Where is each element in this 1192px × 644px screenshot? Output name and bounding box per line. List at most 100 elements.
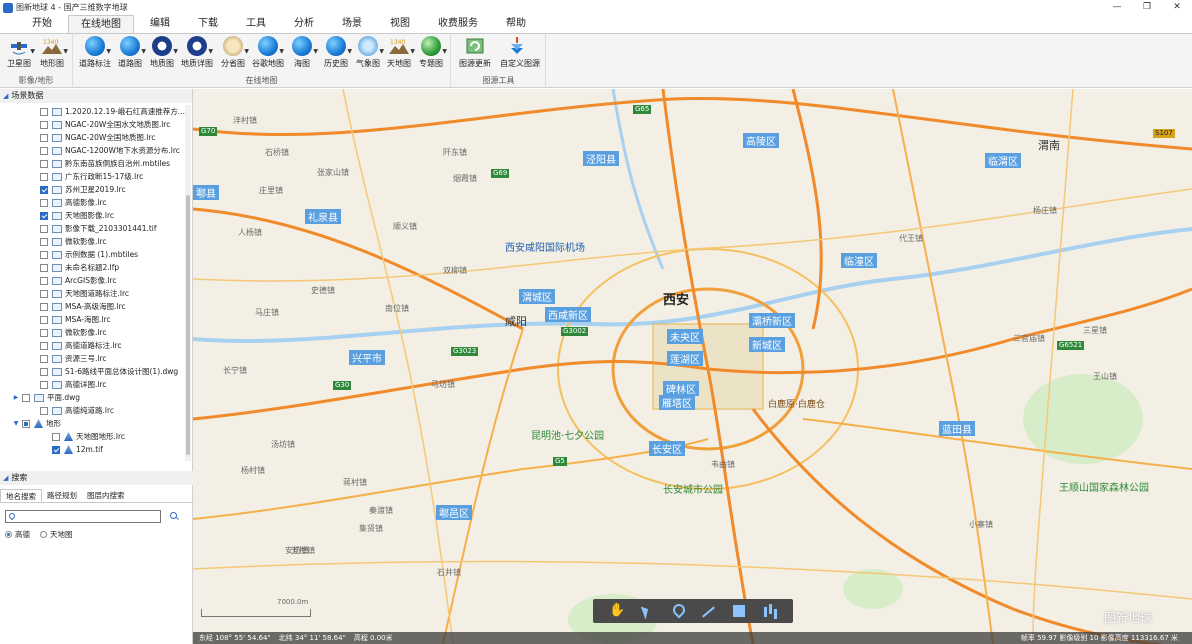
layer-checkbox[interactable] <box>40 250 48 259</box>
layer-tree-row[interactable]: 1.2020.12.19-峨石红高速推荐方... <box>0 105 185 118</box>
layer-checkbox[interactable] <box>40 146 48 155</box>
layer-tree-row[interactable]: NGAC-1200W地下水资源分布.lrc <box>0 144 185 157</box>
tianditu-button[interactable]: 1340 天地图 ▼ <box>382 36 416 69</box>
draw-line-icon[interactable] <box>700 603 716 619</box>
layer-checkbox[interactable] <box>40 406 48 415</box>
radio-tianditu[interactable] <box>40 531 47 538</box>
weather-map-button[interactable]: 气象图 ▼ <box>351 36 385 69</box>
layer-tree-row[interactable]: ▼ 地形 <box>0 417 185 430</box>
layer-checkbox[interactable] <box>52 445 60 454</box>
layer-tree-row[interactable]: 天地图影像.lrc <box>0 209 185 222</box>
layer-tree-row[interactable]: 未命名标题2.lfp <box>0 261 185 274</box>
google-map-button[interactable]: 谷歌地图 ▼ <box>251 36 285 69</box>
layer-checkbox[interactable] <box>40 380 48 389</box>
tab-view[interactable]: 视图 <box>378 15 422 33</box>
layer-checkbox[interactable] <box>52 432 60 441</box>
layer-tree-row[interactable]: NGAC-20W全国地质图.lrc <box>0 131 185 144</box>
layer-tree-row[interactable]: ▶ 平面.dwg <box>0 391 185 404</box>
theme-map-button[interactable]: 专题图 ▼ <box>414 36 448 69</box>
layer-tree-row[interactable]: S1-6路线平面总体设计图(1).dwg <box>0 365 185 378</box>
terrain-map-button[interactable]: 1340 地形图 ▼ <box>35 36 69 69</box>
layer-checkbox[interactable] <box>40 133 48 142</box>
layer-tree-row[interactable]: MSA-海图.lrc <box>0 313 185 326</box>
tab-download[interactable]: 下载 <box>186 15 230 33</box>
placemark-pin-icon[interactable] <box>670 603 686 619</box>
tab-place-search[interactable]: 地名搜索 <box>0 489 42 502</box>
layer-tree-row[interactable]: 微软影像.lrc <box>0 235 185 248</box>
layer-tree-row[interactable]: 高德详图.lrc <box>0 378 185 391</box>
radio-amap[interactable] <box>5 531 12 538</box>
satellite-map-button[interactable]: 卫星图 ▼ <box>2 36 36 69</box>
layer-tree-row[interactable]: 资源三号.lrc <box>0 352 185 365</box>
scene-data-header[interactable]: ◢ 场景数据 <box>0 89 192 103</box>
update-source-button[interactable]: 图源更新 <box>458 36 492 69</box>
layer-checkbox[interactable] <box>40 120 48 129</box>
layer-checkbox[interactable] <box>40 107 48 116</box>
layer-tree-row[interactable]: 微软影像.lrc <box>0 326 185 339</box>
layer-tree-row[interactable]: ArcGIS影像.lrc <box>0 274 185 287</box>
map-view[interactable]: 西安 咸阳 渭南 泾阳县 礼泉县 渭城区 西咸新区 未央区 莲湖区 碑林区 雁塔… <box>193 89 1192 644</box>
search-header[interactable]: ◢ 搜索 <box>0 471 193 485</box>
layer-tree-row[interactable]: 高德影像.lrc <box>0 196 185 209</box>
tab-layer-search[interactable]: 图层内搜索 <box>82 489 130 502</box>
minimize-button[interactable]: — <box>1102 0 1132 15</box>
collapse-arrow-icon[interactable]: ▼ <box>12 420 20 427</box>
layer-tree-row[interactable]: 天地图地形.lrc <box>0 430 185 443</box>
layer-checkbox[interactable] <box>40 354 48 363</box>
layer-tree-row[interactable]: MSA-高级海图.lrc <box>0 300 185 313</box>
layer-checkbox[interactable] <box>40 276 48 285</box>
tab-online-map[interactable]: 在线地图 <box>68 15 134 33</box>
layer-checkbox[interactable] <box>40 185 48 194</box>
layer-checkbox[interactable] <box>40 237 48 246</box>
search-input[interactable] <box>5 510 161 523</box>
tab-analysis[interactable]: 分析 <box>282 15 326 33</box>
layer-checkbox[interactable] <box>22 419 30 428</box>
draw-polygon-icon[interactable] <box>731 603 747 619</box>
layer-tree-row[interactable]: 广东行政断15-17级.lrc <box>0 170 185 183</box>
layer-checkbox[interactable] <box>40 159 48 168</box>
layer-checkbox[interactable] <box>40 172 48 181</box>
geology-map-button[interactable]: 地质图 ▼ <box>145 36 179 69</box>
layer-tree-row[interactable]: 高德纯道路.lrc <box>0 404 185 417</box>
tab-tools[interactable]: 工具 <box>234 15 278 33</box>
layer-checkbox[interactable] <box>40 211 48 220</box>
tab-edit[interactable]: 编辑 <box>138 15 182 33</box>
search-icon[interactable] <box>169 511 179 521</box>
layer-tree-row[interactable]: NGAC-20W全国水文地质图.lrc <box>0 118 185 131</box>
layer-checkbox[interactable] <box>40 341 48 350</box>
layer-tree-row[interactable]: 天地图道路标注.lrc <box>0 287 185 300</box>
layer-checkbox[interactable] <box>22 393 30 402</box>
layer-checkbox[interactable] <box>40 289 48 298</box>
road-label-button[interactable]: 道路标注 ▼ <box>78 36 112 69</box>
layer-checkbox[interactable] <box>40 198 48 207</box>
layer-checkbox[interactable] <box>40 328 48 337</box>
layer-tree-row[interactable]: 黔东南苗族侗族自治州.mbtiles <box>0 157 185 170</box>
custom-source-button[interactable]: 自定义图源 <box>500 36 540 69</box>
tab-start[interactable]: 开始 <box>20 15 64 33</box>
select-arrow-icon[interactable] <box>639 603 655 619</box>
sea-chart-button[interactable]: 海图 ▼ <box>285 36 319 69</box>
layer-tree-row[interactable]: 苏州卫星2019.lrc <box>0 183 185 196</box>
history-map-button[interactable]: 历史图 ▼ <box>319 36 353 69</box>
tab-help[interactable]: 帮助 <box>494 15 538 33</box>
layer-tree-row[interactable]: 高德道路标注.lrc <box>0 339 185 352</box>
province-map-button[interactable]: 分省图 ▼ <box>216 36 250 69</box>
layer-tree-row[interactable]: 12m.tif <box>0 443 185 456</box>
expand-arrow-icon[interactable]: ▶ <box>12 394 20 401</box>
layer-checkbox[interactable] <box>40 263 48 272</box>
layer-tree-scrollbar[interactable] <box>185 105 191 461</box>
tab-paid-service[interactable]: 收费服务 <box>426 15 490 33</box>
layer-checkbox[interactable] <box>40 367 48 376</box>
layer-tree-row[interactable]: 影像下载_2103301441.tif <box>0 222 185 235</box>
maximize-button[interactable]: ❐ <box>1132 0 1162 15</box>
layer-tree-row[interactable]: 示例数据 (1).mbtiles <box>0 248 185 261</box>
tab-route-planning[interactable]: 路径规划 <box>42 489 82 502</box>
layer-checkbox[interactable] <box>40 315 48 324</box>
geology-detail-button[interactable]: 地质详图 ▼ <box>180 36 214 69</box>
layer-checkbox[interactable] <box>40 224 48 233</box>
tab-scene[interactable]: 场景 <box>330 15 374 33</box>
road-map-button[interactable]: 道路图 ▼ <box>113 36 147 69</box>
measure-icon[interactable] <box>762 603 778 619</box>
pan-hand-icon[interactable] <box>608 603 625 619</box>
layer-checkbox[interactable] <box>40 302 48 311</box>
